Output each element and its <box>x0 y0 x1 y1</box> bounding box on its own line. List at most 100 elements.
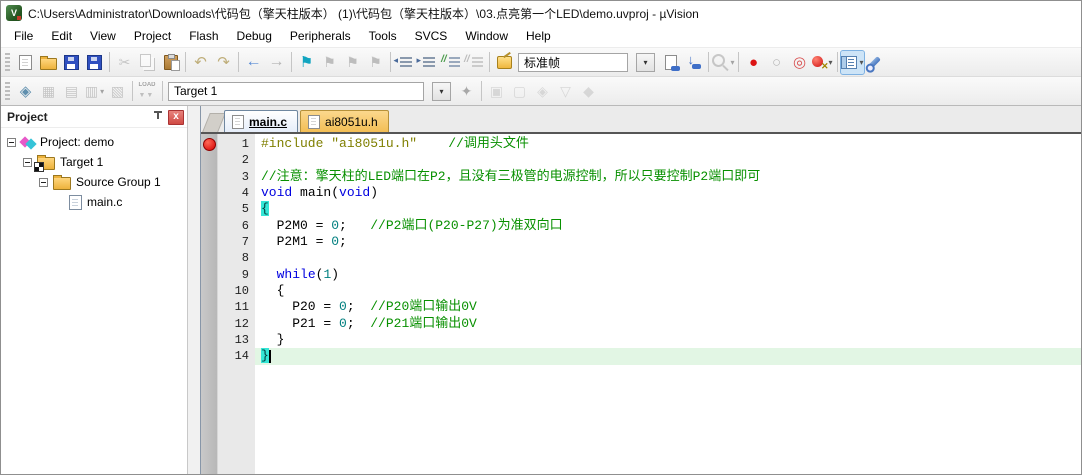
breakpoint-cell[interactable] <box>201 136 218 152</box>
code-text[interactable]: { <box>255 283 1081 299</box>
menu-file[interactable]: File <box>5 26 42 46</box>
dropdown-arrow-icon[interactable]: ▾ <box>828 58 832 67</box>
code-text[interactable]: while(1) <box>255 267 1081 283</box>
file-extensions-button[interactable]: ▣ <box>485 80 508 103</box>
dropdown-arrow-icon[interactable]: ▾ <box>730 58 734 67</box>
tree-item-main-c[interactable]: main.c <box>1 192 187 212</box>
expand-toggle-icon[interactable] <box>23 157 32 167</box>
toolbar-grip[interactable] <box>5 82 10 100</box>
outdent-button[interactable] <box>417 51 440 74</box>
target-combobox-dropdown[interactable]: ▾ <box>432 81 451 101</box>
download-button[interactable] <box>136 80 159 103</box>
breakpoint-cell[interactable] <box>201 234 218 250</box>
funnel-button[interactable]: ▽ <box>554 80 577 103</box>
stop-build-button[interactable]: ▧ <box>106 80 129 103</box>
code-text[interactable] <box>255 250 1081 266</box>
build-button[interactable]: ▦ <box>37 80 60 103</box>
breakpoint-cell[interactable] <box>201 169 218 185</box>
close-panel-button[interactable]: x <box>168 109 184 125</box>
toggle-bookmark-button[interactable]: ⚑ <box>295 51 318 74</box>
breakpoint-cell[interactable] <box>201 267 218 283</box>
code-text[interactable]: } <box>255 348 1081 365</box>
menu-debug[interactable]: Debug <box>228 26 281 46</box>
open-file-button[interactable] <box>37 51 60 74</box>
code-text[interactable]: void main(void) <box>255 185 1081 201</box>
batch-build-button[interactable]: ▥ ▾ <box>83 80 106 103</box>
code-text[interactable]: P21 = 0; //P21端口输出0V <box>255 316 1081 332</box>
target-combobox[interactable]: Target 1 <box>168 81 424 101</box>
save-button[interactable] <box>60 51 83 74</box>
tree-item-target-1[interactable]: Target 1 <box>1 152 187 172</box>
code-text[interactable]: #include "ai8051u.h" //调用头文件 <box>255 136 1081 152</box>
manage-windows-button[interactable]: ▢ <box>508 80 531 103</box>
toolbar-grip[interactable] <box>5 53 10 71</box>
window-layout-button[interactable]: ▾ <box>840 49 865 75</box>
indent-button[interactable] <box>394 51 417 74</box>
expand-toggle-icon[interactable] <box>39 177 48 187</box>
code-text[interactable]: } <box>255 332 1081 348</box>
code-editor[interactable]: 1 #include "ai8051u.h" //调用头文件 2 3 //注意：擎天柱的… <box>201 134 1081 474</box>
menu-help[interactable]: Help <box>517 26 560 46</box>
navigate-forward-button[interactable]: → <box>265 51 288 74</box>
find-settings-button[interactable] <box>493 51 516 74</box>
breakpoint-cell[interactable] <box>201 201 218 217</box>
tree-item-source-group-1[interactable]: Source Group 1 <box>1 172 187 192</box>
expand-toggle-icon[interactable] <box>7 137 16 147</box>
redo-button[interactable]: ↷ <box>212 51 235 74</box>
find-in-files-button[interactable] <box>659 51 682 74</box>
code-text[interactable] <box>255 152 1081 168</box>
menu-view[interactable]: View <box>81 26 125 46</box>
code-text[interactable]: //注意：擎天柱的LED端口在P2，且没有三极管的电源控制，所以只要控制P2端口… <box>255 169 1081 185</box>
disable-breakpoint-button[interactable]: ○ <box>765 51 788 74</box>
undo-button[interactable]: ↶ <box>189 51 212 74</box>
breakpoint-cell[interactable] <box>201 152 218 168</box>
configure-button[interactable] <box>864 51 887 74</box>
menu-svcs[interactable]: SVCS <box>406 26 457 46</box>
breakpoint-cell[interactable] <box>201 185 218 201</box>
uncomment-button[interactable] <box>463 51 486 74</box>
tab-main-c[interactable]: main.c <box>224 110 299 132</box>
search-combobox-dropdown[interactable]: ▾ <box>636 52 655 72</box>
dropdown-arrow-icon[interactable]: ▾ <box>859 58 863 67</box>
search-combobox[interactable]: 标准帧 <box>518 52 628 72</box>
breakpoint-cell[interactable] <box>201 218 218 234</box>
breakpoint-cell[interactable] <box>201 316 218 332</box>
copy-button[interactable] <box>136 51 159 74</box>
cut-button[interactable]: ✂ <box>113 51 136 74</box>
tab-ai8051u-h[interactable]: ai8051u.h <box>300 110 389 132</box>
breakpoint-cell[interactable] <box>201 250 218 266</box>
breakpoint-cell[interactable] <box>201 299 218 315</box>
menu-peripherals[interactable]: Peripherals <box>281 26 360 46</box>
breakpoint-cell[interactable] <box>201 332 218 348</box>
comment-button[interactable] <box>440 51 463 74</box>
pin-icon[interactable] <box>152 111 164 123</box>
navigate-back-button[interactable]: ← <box>242 51 265 74</box>
menu-window[interactable]: Window <box>456 26 517 46</box>
breakpoint-cell[interactable] <box>201 348 218 364</box>
menu-flash[interactable]: Flash <box>180 26 227 46</box>
multi-project-button[interactable]: ◈ <box>531 80 554 103</box>
lookup-button[interactable]: ▾ <box>712 51 735 74</box>
insert-breakpoint-button[interactable]: ● <box>742 51 765 74</box>
rebuild-button[interactable]: ▤ <box>60 80 83 103</box>
clear-bookmarks-button[interactable]: ⚑ <box>364 51 387 74</box>
code-text[interactable]: P2M0 = 0; //P2端口(P20-P27)为准双向口 <box>255 218 1081 234</box>
panel-splitter[interactable] <box>188 106 200 474</box>
target-options-button[interactable]: ✦ <box>455 80 478 103</box>
breakpoint-cell[interactable] <box>201 283 218 299</box>
code-text[interactable]: { <box>255 201 1081 217</box>
incremental-find-button[interactable] <box>682 51 705 74</box>
next-bookmark-button[interactable]: ⚑ <box>341 51 364 74</box>
menu-project[interactable]: Project <box>125 26 180 46</box>
breakpoint-icon[interactable] <box>203 137 216 151</box>
prev-bookmark-button[interactable]: ⚑ <box>318 51 341 74</box>
kill-all-breakpoints-button[interactable]: ▾ <box>811 51 834 74</box>
pack-installer-button[interactable]: ◆ <box>577 80 600 103</box>
paste-button[interactable] <box>159 51 182 74</box>
code-text[interactable]: P2M1 = 0; <box>255 234 1081 250</box>
menu-tools[interactable]: Tools <box>360 26 406 46</box>
new-file-button[interactable] <box>14 51 37 74</box>
kill-breakpoint-button[interactable]: ◎ <box>788 51 811 74</box>
menu-edit[interactable]: Edit <box>42 26 81 46</box>
save-all-button[interactable] <box>83 51 106 74</box>
